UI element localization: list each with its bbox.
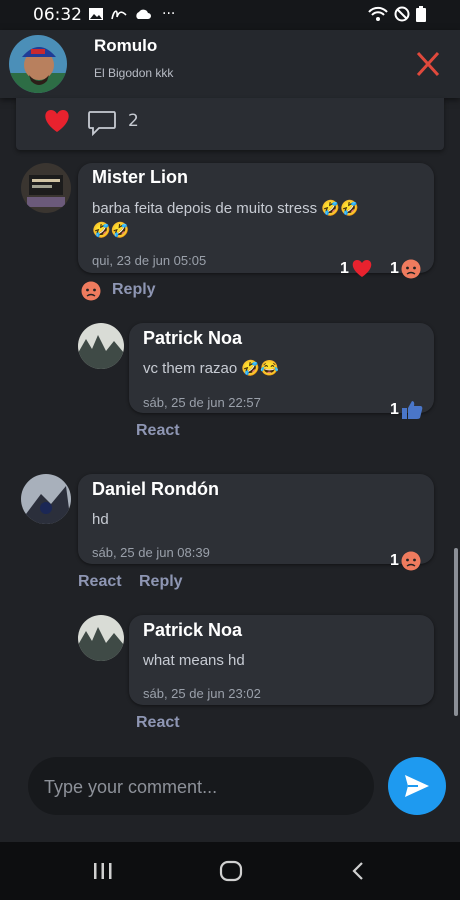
comment-author: Patrick Noa: [143, 328, 243, 348]
comment-text: barba feita depois de muito stress 🤣🤣: [92, 200, 359, 217]
angry-reaction: 1: [390, 551, 421, 571]
comment-avatar[interactable]: [21, 163, 71, 213]
status-time: 06:32: [33, 5, 82, 25]
comment-input-bar: [28, 757, 374, 817]
comment-avatar[interactable]: [21, 474, 71, 524]
angry-reaction: 1: [390, 259, 421, 279]
header-name: Romulo: [94, 36, 158, 55]
post-footer: 2: [16, 98, 444, 150]
angry-emoji-icon: [401, 551, 421, 571]
angry-emoji-icon: [401, 259, 421, 279]
comment-text: hd: [92, 511, 109, 528]
comment-icon[interactable]: [87, 110, 117, 136]
heart-reaction: 1: [340, 259, 373, 278]
reaction-count: 1: [390, 401, 399, 418]
comment-author: Mister Lion: [92, 167, 189, 187]
comment-author: Daniel Rondón: [92, 479, 219, 499]
thumbs-up-icon: [401, 401, 423, 419]
wifi-icon: [368, 6, 388, 21]
comment-text-continued: 🤣🤣: [92, 222, 130, 239]
reply-button[interactable]: Reply: [112, 281, 156, 299]
heart-icon[interactable]: [43, 109, 71, 133]
comment-author: Patrick Noa: [143, 620, 243, 640]
header-avatar[interactable]: [9, 35, 67, 93]
comment-count: 2: [128, 111, 139, 131]
comment-time: sáb, 25 de jun 22:57: [143, 395, 261, 410]
status-icons-right: [368, 6, 426, 22]
scrollbar[interactable]: [454, 548, 458, 716]
battery-icon: [416, 6, 426, 22]
angry-emoji-icon[interactable]: [81, 281, 101, 301]
send-button[interactable]: [388, 757, 446, 815]
comment-text: what means hd: [143, 652, 245, 669]
reaction-count: 1: [340, 259, 349, 277]
reply-button[interactable]: Reply: [139, 573, 183, 591]
system-nav-bar: [0, 842, 460, 900]
comment-avatar[interactable]: [78, 615, 124, 661]
status-bar: 06:32 ···: [0, 0, 460, 30]
react-button[interactable]: React: [136, 422, 180, 440]
heart-icon: [352, 260, 372, 277]
image-icon: [89, 8, 103, 20]
cloud-icon: [136, 9, 151, 19]
status-icons-left: ···: [88, 6, 175, 22]
comment-text: vc them razao 🤣😂: [143, 360, 279, 377]
close-icon: [416, 51, 440, 77]
like-reaction: 1: [390, 400, 423, 420]
reaction-count: 1: [390, 552, 399, 569]
header-subtitle: El Bigodon kkk: [94, 66, 174, 80]
signature-icon: [111, 10, 127, 20]
comment-time: sáb, 25 de jun 23:02: [143, 686, 261, 701]
more-icon: ···: [162, 6, 176, 22]
comment-time: sáb, 25 de jun 08:39: [92, 545, 210, 560]
react-button[interactable]: React: [136, 714, 180, 732]
comment-input[interactable]: [42, 757, 366, 817]
close-button[interactable]: [412, 50, 444, 78]
recent-apps-icon[interactable]: [92, 862, 114, 880]
back-icon[interactable]: [350, 861, 366, 881]
send-icon: [405, 775, 429, 797]
comment-avatar[interactable]: [78, 323, 124, 369]
chat-header: [0, 30, 460, 98]
dnd-icon: [394, 6, 410, 22]
react-button[interactable]: React: [78, 573, 122, 591]
home-icon[interactable]: [219, 860, 243, 882]
comment-time: qui, 23 de jun 05:05: [92, 253, 207, 268]
reaction-count: 1: [390, 260, 399, 277]
